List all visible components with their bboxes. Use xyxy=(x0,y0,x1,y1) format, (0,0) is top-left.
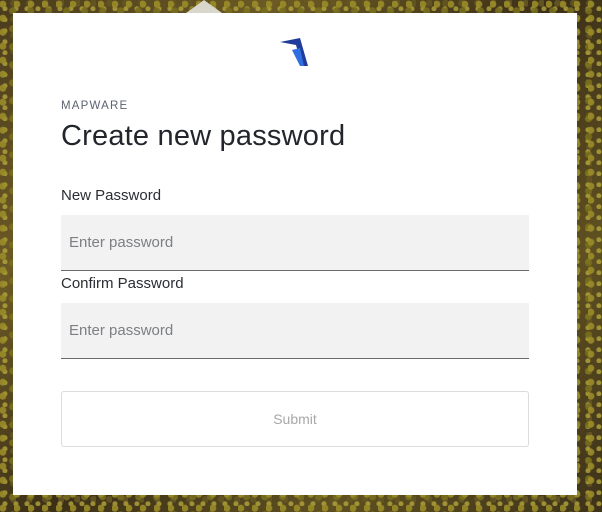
new-password-label: New Password xyxy=(61,187,162,204)
background-notch xyxy=(186,0,222,13)
password-reset-card: MAPWARE Create new password New Password… xyxy=(13,13,577,495)
new-password-input[interactable] xyxy=(61,215,529,271)
submit-button[interactable]: Submit xyxy=(61,391,529,447)
chevron-logo-icon xyxy=(280,38,308,66)
page-title: Create new password xyxy=(61,120,346,152)
brand-name: MAPWARE xyxy=(61,100,129,112)
confirm-password-input[interactable] xyxy=(61,303,529,359)
confirm-password-label: Confirm Password xyxy=(61,275,184,292)
